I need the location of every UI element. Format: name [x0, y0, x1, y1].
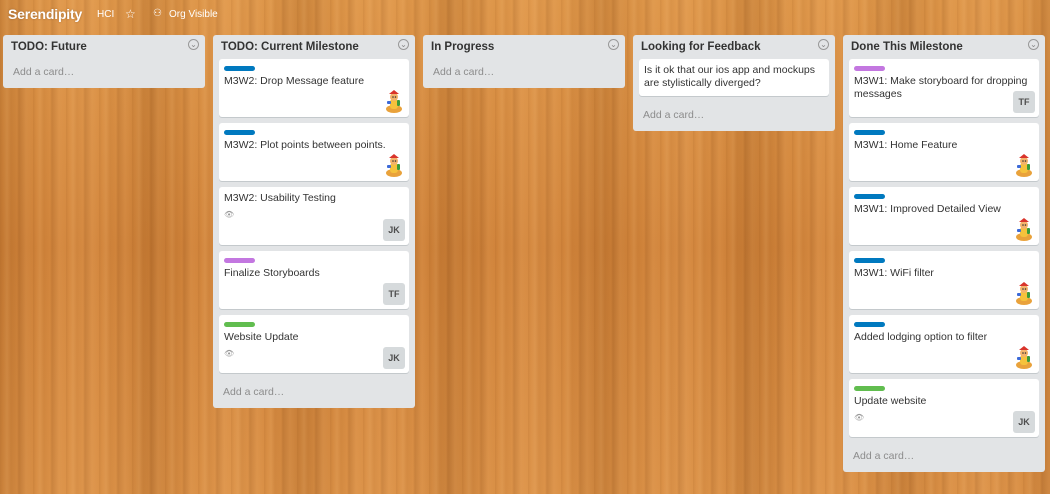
card[interactable]: M3W1: WiFi filter	[849, 251, 1039, 309]
member-initials[interactable]: TF	[383, 283, 405, 305]
add-card-button[interactable]: Add a card…	[429, 59, 619, 84]
card-label-purple	[224, 258, 255, 263]
board-header: Serendipity HCI ☆ ⚇ Org Visible	[0, 0, 1050, 30]
avatar[interactable]	[383, 154, 405, 178]
card[interactable]: M3W1: Improved Detailed View	[849, 187, 1039, 245]
card[interactable]: M3W1: Home Feature	[849, 123, 1039, 181]
list-header: In Progress ⌄	[429, 35, 619, 59]
avatar[interactable]	[1013, 346, 1035, 370]
card-title: M3W2: Plot points between points.	[224, 139, 386, 151]
visibility-label[interactable]: Org Visible	[169, 9, 218, 20]
card-label-green	[224, 322, 255, 327]
list-looking-for-feedback[interactable]: Looking for Feedback ⌄ Is it ok that our i…	[633, 35, 835, 131]
card[interactable]: M3W2: Plot points between points.	[219, 123, 409, 181]
add-card-button[interactable]: Add a card…	[9, 59, 199, 84]
list-title[interactable]: TODO: Current Milestone	[221, 41, 359, 53]
list-menu-icon[interactable]: ⌄	[1028, 39, 1039, 50]
member-initials[interactable]: JK	[1013, 411, 1035, 433]
list-title[interactable]: Looking for Feedback	[641, 41, 761, 53]
card[interactable]: Website Update 👁︎ JK	[219, 315, 409, 373]
card-label-blue	[854, 130, 885, 135]
list-menu-icon[interactable]: ⌄	[608, 39, 619, 50]
list-menu-icon[interactable]: ⌄	[818, 39, 829, 50]
card-label-green	[854, 386, 885, 391]
list-title[interactable]: Done This Milestone	[851, 41, 963, 53]
list-header: Done This Milestone ⌄	[849, 35, 1039, 59]
eye-icon: 👁︎	[224, 210, 235, 219]
card[interactable]: Finalize Storyboards TF	[219, 251, 409, 309]
card-label-blue	[854, 194, 885, 199]
card-title: M3W1: WiFi filter	[854, 267, 934, 279]
card-title: Finalize Storyboards	[224, 267, 320, 279]
add-card-button[interactable]: Add a card…	[849, 443, 1039, 468]
eye-icon: 👁︎	[854, 413, 865, 422]
card-title: Website Update	[224, 331, 299, 343]
card-title: M3W2: Usability Testing	[224, 192, 336, 204]
member-initials[interactable]: JK	[383, 347, 405, 369]
list-in-progress[interactable]: In Progress ⌄ Add a card…	[423, 35, 625, 88]
list-title[interactable]: TODO: Future	[11, 41, 87, 53]
avatar[interactable]	[1013, 218, 1035, 242]
avatar[interactable]	[383, 90, 405, 114]
list-title[interactable]: In Progress	[431, 41, 494, 53]
board-title[interactable]: Serendipity	[8, 6, 82, 22]
card[interactable]: M3W2: Drop Message feature	[219, 59, 409, 117]
card[interactable]: Added lodging option to filter	[849, 315, 1039, 373]
card-title: Is it ok that our ios app and mockups ar…	[644, 64, 816, 89]
card[interactable]: Update website 👁︎ JK	[849, 379, 1039, 437]
list-header: TODO: Future ⌄	[9, 35, 199, 59]
list-todo-future[interactable]: TODO: Future ⌄ Add a card…	[3, 35, 205, 88]
card-label-purple	[854, 66, 885, 71]
star-icon[interactable]: ☆	[125, 7, 136, 21]
list-todo-current-milestone[interactable]: TODO: Current Milestone ⌄ M3W2: Drop Messa…	[213, 35, 415, 408]
card-title: M3W2: Drop Message feature	[224, 75, 365, 87]
list-header: TODO: Current Milestone ⌄	[219, 35, 409, 59]
card-title: M3W1: Improved Detailed View	[854, 203, 1001, 215]
card-label-blue	[854, 322, 885, 327]
list-menu-icon[interactable]: ⌄	[188, 39, 199, 50]
add-card-button[interactable]: Add a card…	[219, 379, 409, 404]
eye-icon: 👁︎	[224, 349, 235, 358]
member-initials[interactable]: TF	[1013, 91, 1035, 113]
card[interactable]: M3W1: Make storyboard for dropping messa…	[849, 59, 1039, 117]
card-title: Update website	[854, 395, 927, 407]
list-header: Looking for Feedback ⌄	[639, 35, 829, 59]
add-card-button[interactable]: Add a card…	[639, 102, 829, 127]
member-initials[interactable]: JK	[383, 219, 405, 241]
card-label-blue	[224, 66, 255, 71]
card-title: M3W1: Make storyboard for dropping messa…	[854, 75, 1028, 100]
card-label-blue	[854, 258, 885, 263]
card-label-blue	[224, 130, 255, 135]
list-done-this-milestone[interactable]: Done This Milestone ⌄ M3W1: Make storyboar…	[843, 35, 1045, 472]
org-name[interactable]: HCI	[97, 9, 114, 20]
avatar[interactable]	[1013, 282, 1035, 306]
card[interactable]: Is it ok that our ios app and mockups ar…	[639, 59, 829, 96]
card-title: Added lodging option to filter	[854, 331, 988, 343]
org-visibility-icon[interactable]: ⚇	[153, 8, 162, 19]
list-menu-icon[interactable]: ⌄	[398, 39, 409, 50]
card[interactable]: M3W2: Usability Testing 👁︎ JK	[219, 187, 409, 245]
avatar[interactable]	[1013, 154, 1035, 178]
card-title: M3W1: Home Feature	[854, 139, 958, 151]
